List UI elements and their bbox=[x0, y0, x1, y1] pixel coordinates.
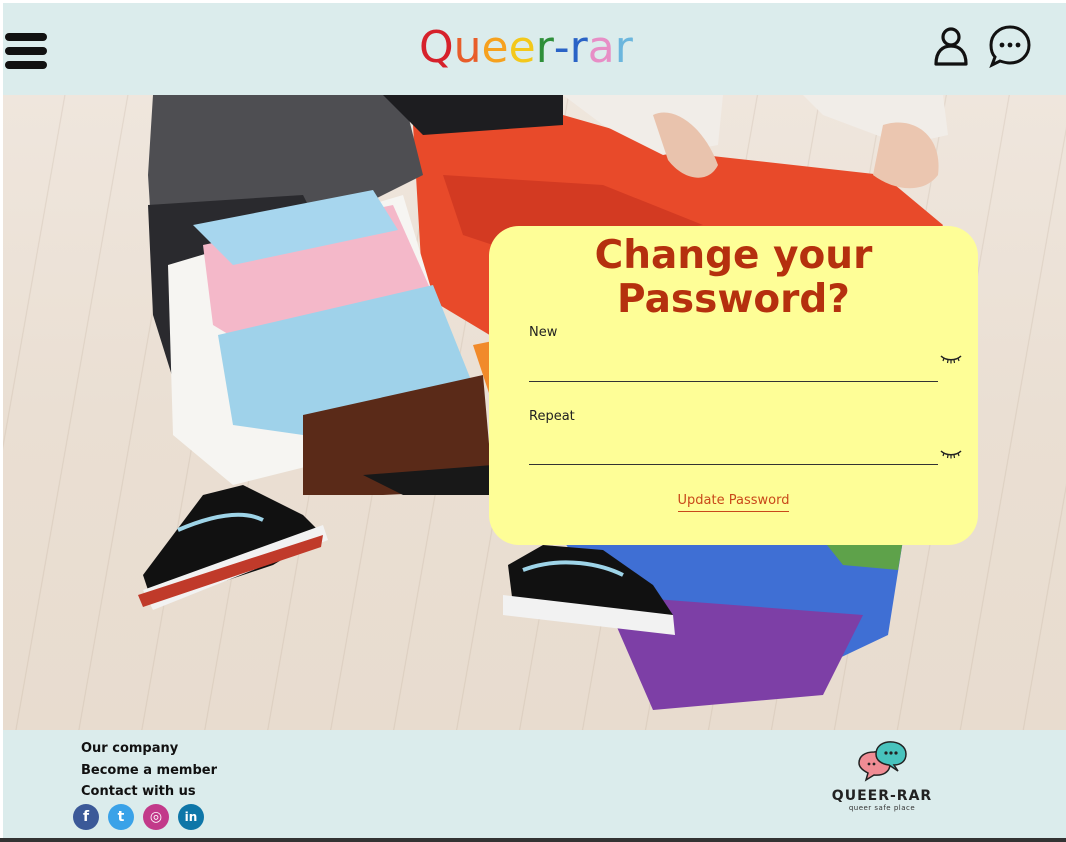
brand-name: QUEER-RAR bbox=[831, 788, 933, 804]
footer-link-become-member[interactable]: Become a member bbox=[81, 760, 217, 782]
page-title-text: Change your Password? bbox=[594, 233, 873, 322]
new-password-input[interactable] bbox=[529, 352, 938, 382]
brand-logo-icon bbox=[858, 741, 907, 782]
linkedin-icon[interactable]: in bbox=[178, 804, 204, 830]
repeat-password-input[interactable] bbox=[529, 435, 938, 465]
logo-letter: r bbox=[614, 22, 633, 73]
site-footer: Our company Become a member Contact with… bbox=[3, 730, 1066, 838]
change-password-card: Change your Password? New Repeat Update … bbox=[489, 226, 978, 545]
page-title: Change your Password? bbox=[489, 234, 978, 322]
logo-letter: e bbox=[481, 22, 509, 73]
logo-letter: u bbox=[453, 22, 482, 73]
brand-tagline: queer safe place bbox=[848, 804, 916, 812]
footer-link-our-company[interactable]: Our company bbox=[81, 738, 217, 760]
instagram-icon[interactable]: ◎ bbox=[143, 804, 169, 830]
chat-bubble-icon[interactable] bbox=[988, 24, 1032, 68]
update-password-button[interactable]: Update Password bbox=[677, 493, 790, 512]
hamburger-menu-icon[interactable] bbox=[5, 33, 47, 73]
logo-letter: e bbox=[508, 22, 536, 73]
eye-closed-icon[interactable] bbox=[940, 449, 962, 459]
logo-letter: a bbox=[587, 22, 615, 73]
social-icons: f t ◎ in bbox=[73, 804, 204, 830]
site-header: Queer-rar bbox=[3, 3, 1066, 95]
repeat-password-label: Repeat bbox=[529, 409, 575, 424]
footer-brand: QUEER-RAR queer safe place bbox=[831, 740, 933, 812]
update-password-link-wrap: Update Password bbox=[489, 493, 978, 512]
logo-letter: Q bbox=[419, 22, 454, 73]
footer-bottom-bar bbox=[0, 838, 1066, 842]
new-password-label: New bbox=[529, 325, 558, 340]
user-icon[interactable] bbox=[933, 25, 969, 67]
footer-links: Our company Become a member Contact with… bbox=[81, 738, 217, 803]
eye-closed-icon[interactable] bbox=[940, 354, 962, 364]
twitter-icon[interactable]: t bbox=[108, 804, 134, 830]
facebook-icon[interactable]: f bbox=[73, 804, 99, 830]
site-logo[interactable]: Queer-rar bbox=[419, 21, 633, 75]
logo-letter: r bbox=[569, 22, 588, 73]
footer-link-contact[interactable]: Contact with us bbox=[81, 781, 217, 803]
logo-letter: r bbox=[535, 22, 554, 73]
logo-letter: - bbox=[553, 22, 570, 73]
